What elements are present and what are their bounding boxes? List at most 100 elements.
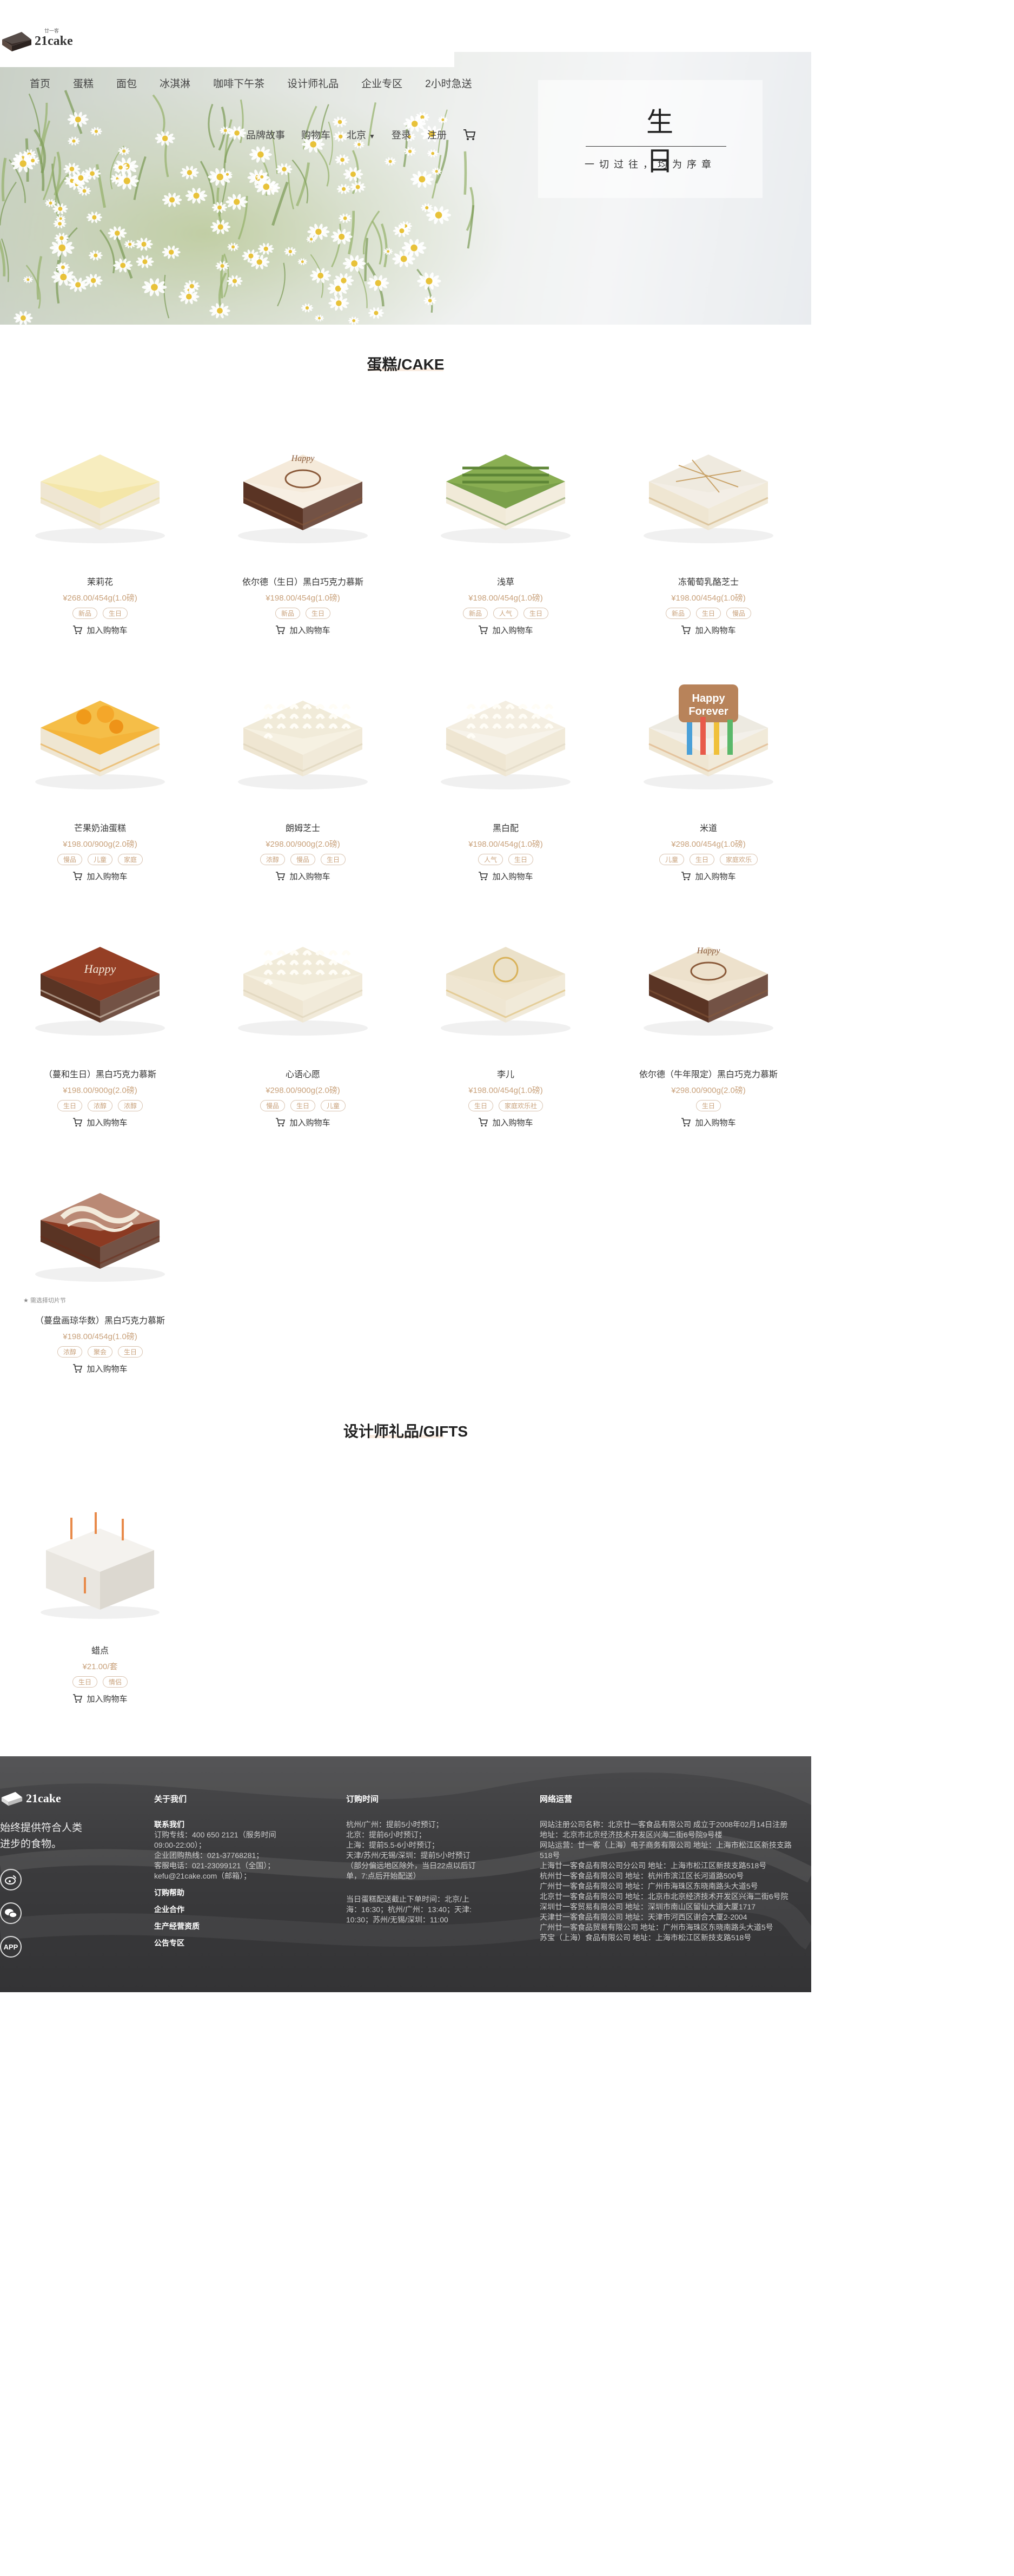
nav-story[interactable]: 品牌故事 — [246, 128, 285, 142]
footer-link-notice[interactable]: 公告专区 — [154, 1938, 311, 1948]
tag-chip[interactable]: 新品 — [275, 608, 300, 619]
cake-image[interactable] — [19, 417, 181, 563]
product-name[interactable]: 蜡点 — [19, 1643, 181, 1656]
tag-chip[interactable]: 浓醇 — [260, 854, 285, 865]
cart-icon[interactable] — [463, 129, 476, 141]
tag-chip[interactable]: 生日 — [306, 608, 331, 619]
tag-chip[interactable]: 生日 — [290, 1100, 315, 1111]
product-name[interactable]: 依尔德（生日）黑白巧克力慕斯 — [222, 575, 384, 588]
nav-cake[interactable]: 蛋糕 — [73, 76, 94, 90]
nav-home[interactable]: 首页 — [30, 76, 50, 90]
add-to-cart-button[interactable]: 加入购物车 — [681, 1117, 736, 1128]
add-to-cart-button[interactable]: 加入购物车 — [72, 1363, 128, 1374]
cake-image[interactable]: Happy — [19, 909, 181, 1055]
tag-chip[interactable]: 生日 — [695, 1100, 721, 1111]
product-name[interactable]: 李儿 — [425, 1067, 587, 1080]
tag-chip[interactable]: 聚会 — [87, 1346, 112, 1358]
site-logo[interactable]: 廿一客 21cake — [0, 24, 87, 58]
product-card[interactable]: Happy 依尔德（生日）黑白巧克力慕斯 ¥198.00/454g(1.0磅) … — [222, 417, 384, 637]
product-card[interactable]: Happy （蔓和生日）黑白巧克力慕斯 ¥198.00/900g(2.0磅) 生… — [19, 909, 181, 1130]
product-name[interactable]: 依尔德（牛年限定）黑白巧克力慕斯 — [627, 1067, 790, 1080]
nav-enterprise[interactable]: 企业专区 — [361, 76, 402, 90]
tag-chip[interactable]: 浓醇 — [57, 1346, 82, 1358]
product-card[interactable]: 心语心愿 ¥298.00/900g(2.0磅) 慢品 生日 儿童 加入购物车 — [222, 909, 384, 1130]
tag-chip[interactable]: 慢品 — [57, 854, 82, 865]
tag-chip[interactable]: 生日 — [695, 608, 721, 619]
product-card[interactable]: Happy 依尔德（牛年限定）黑白巧克力慕斯 ¥298.00/900g(2.0磅… — [627, 909, 790, 1130]
nav-bread[interactable]: 面包 — [116, 76, 137, 90]
product-name[interactable]: 冻葡萄乳酪芝士 — [627, 575, 790, 588]
login-link[interactable]: 登录 — [392, 128, 411, 142]
add-to-cart-button[interactable]: 加入购物车 — [478, 871, 533, 882]
tag-chip[interactable]: 人气 — [478, 854, 503, 865]
tag-chip[interactable]: 家庭欢乐 — [720, 854, 758, 865]
add-to-cart-button[interactable]: 加入购物车 — [72, 624, 128, 636]
cake-image[interactable] — [222, 909, 384, 1055]
add-to-cart-button[interactable]: 加入购物车 — [72, 871, 128, 882]
product-name[interactable]: 心语心愿 — [222, 1067, 384, 1080]
product-card[interactable]: 浅草 ¥198.00/454g(1.0磅) 新品 人气 生日 加入购物车 — [425, 417, 587, 637]
add-to-cart-button[interactable]: 加入购物车 — [681, 871, 736, 882]
add-to-cart-button[interactable]: 加入购物车 — [275, 624, 330, 636]
product-name[interactable]: 朗姆芝士 — [222, 821, 384, 834]
cake-image[interactable] — [425, 663, 587, 809]
tag-chip[interactable]: 生日 — [118, 1346, 143, 1358]
add-to-cart-button[interactable]: 加入购物车 — [275, 871, 330, 882]
tag-chip[interactable]: 家庭欢乐社 — [499, 1100, 544, 1111]
add-to-cart-button[interactable]: 加入购物车 — [72, 1693, 128, 1704]
tag-chip[interactable]: 生日 — [103, 608, 128, 619]
gift-image[interactable] — [19, 1485, 181, 1631]
city-select[interactable]: 北京 ▼ — [347, 128, 375, 142]
product-card[interactable]: 芒果奶油蛋糕 ¥198.00/900g(2.0磅) 慢品 儿童 家庭 加入购物车 — [19, 663, 181, 884]
weibo-icon[interactable] — [0, 1869, 22, 1890]
product-card[interactable]: 黑白配 ¥198.00/454g(1.0磅) 人气 生日 加入购物车 — [425, 663, 587, 884]
tag-chip[interactable]: 慢品 — [260, 1100, 285, 1111]
product-name[interactable]: （蔓盘画琼华数）黑白巧克力慕斯 — [19, 1313, 181, 1326]
cake-image[interactable] — [222, 663, 384, 809]
cake-image[interactable]: Happy Forever — [627, 663, 790, 809]
nav-tea[interactable]: 咖啡下午茶 — [213, 76, 264, 90]
register-link[interactable]: 注册 — [427, 128, 447, 142]
tag-chip[interactable]: 生日 — [321, 854, 346, 865]
footer-link-cooperation[interactable]: 企业合作 — [154, 1905, 311, 1915]
add-to-cart-button[interactable]: 加入购物车 — [72, 1117, 128, 1128]
tag-chip[interactable]: 家庭 — [118, 854, 143, 865]
tag-chip[interactable]: 新品 — [462, 608, 488, 619]
cake-image[interactable] — [19, 663, 181, 809]
product-name[interactable]: 黑白配 — [425, 821, 587, 834]
cake-image[interactable] — [425, 909, 587, 1055]
nav-express[interactable]: 2小时急送 — [425, 76, 472, 90]
cake-image[interactable]: Happy — [627, 909, 790, 1055]
app-icon[interactable]: APP — [0, 1936, 22, 1958]
footer-link-license[interactable]: 生产经营资质 — [154, 1921, 311, 1932]
footer-link-help[interactable]: 订购帮助 — [154, 1888, 311, 1898]
tag-chip[interactable]: 生日 — [508, 854, 534, 865]
footer-logo[interactable]: 21cake — [0, 1789, 61, 1808]
cake-image[interactable]: Happy — [222, 417, 384, 563]
tag-chip[interactable]: 生日 — [72, 1676, 97, 1688]
product-card[interactable]: 朗姆芝士 ¥298.00/900g(2.0磅) 浓醇 慢品 生日 加入购物车 — [222, 663, 384, 884]
cake-image[interactable]: ★ 需选择切片节 — [19, 1155, 181, 1304]
tag-chip[interactable]: 生日 — [523, 608, 549, 619]
tag-chip[interactable]: 慢品 — [290, 854, 315, 865]
tag-chip[interactable]: 情侣 — [103, 1676, 128, 1688]
tag-chip[interactable]: 新品 — [665, 608, 691, 619]
product-card[interactable]: ★ 需选择切片节 （蔓盘画琼华数）黑白巧克力慕斯 ¥198.00/454g(1.… — [19, 1155, 181, 1376]
nav-gifts[interactable]: 设计师礼品 — [287, 76, 339, 90]
tag-chip[interactable]: 儿童 — [659, 854, 684, 865]
add-to-cart-button[interactable]: 加入购物车 — [681, 624, 736, 636]
tag-chip[interactable]: 浓醇 — [87, 1100, 112, 1111]
add-to-cart-button[interactable]: 加入购物车 — [478, 1117, 533, 1128]
add-to-cart-button[interactable]: 加入购物车 — [478, 624, 533, 636]
tag-chip[interactable]: 人气 — [493, 608, 518, 619]
cake-image[interactable] — [627, 417, 790, 563]
cake-image[interactable] — [425, 417, 587, 563]
tag-chip[interactable]: 新品 — [72, 608, 97, 619]
gift-card[interactable]: 蜡点 ¥21.00/套 生日 情侣 加入购物车 — [19, 1485, 181, 1706]
nav-icecream[interactable]: 冰淇淋 — [160, 76, 190, 90]
product-card[interactable]: 李儿 ¥198.00/454g(1.0磅) 生日 家庭欢乐社 加入购物车 — [425, 909, 587, 1130]
product-name[interactable]: 米道 — [627, 821, 790, 834]
tag-chip[interactable]: 儿童 — [87, 854, 112, 865]
wechat-icon[interactable] — [0, 1902, 22, 1924]
product-name[interactable]: 浅草 — [425, 575, 587, 588]
